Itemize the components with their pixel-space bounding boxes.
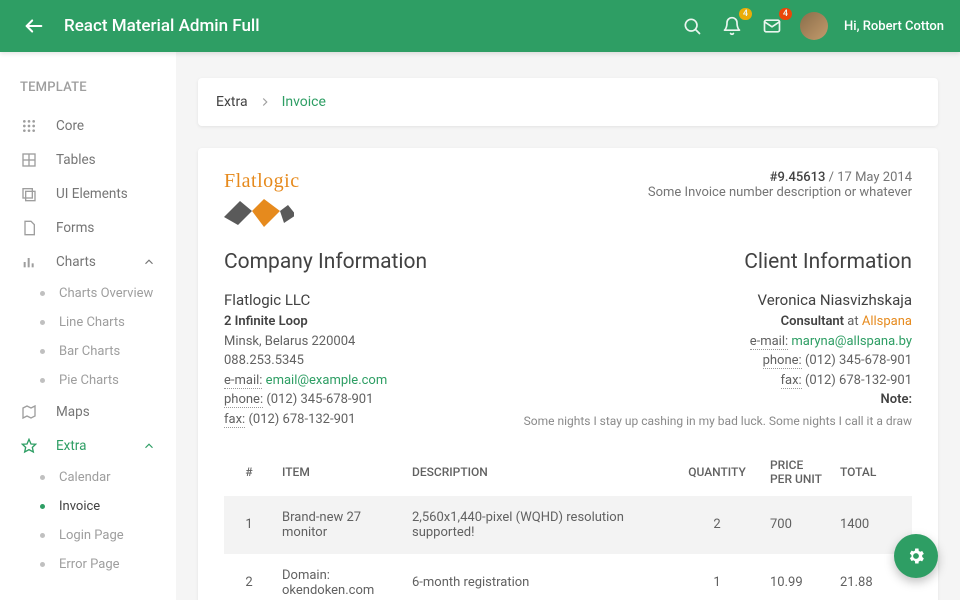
- star-icon: [20, 437, 38, 455]
- chevron-up-icon: [142, 439, 156, 453]
- mail-badge: 4: [779, 8, 792, 20]
- th-num: #: [224, 448, 274, 496]
- sidebar-item-label: UI Elements: [56, 186, 128, 202]
- bell-icon: [722, 16, 742, 36]
- sidebar-item-maps[interactable]: Maps: [0, 395, 176, 429]
- chevron-up-icon: [142, 255, 156, 269]
- client-phone: (012) 345-678-901: [805, 353, 912, 368]
- avatar[interactable]: [800, 12, 828, 40]
- table-row: 1 Brand-new 27 monitor 2,560x1,440-pixel…: [224, 496, 912, 554]
- sidebar-item-label: Charts: [56, 254, 96, 270]
- sidebar-item-extra[interactable]: Extra: [0, 429, 176, 463]
- client-email[interactable]: maryna@allspana.by: [791, 334, 912, 349]
- sidebar-item-forms[interactable]: Forms: [0, 211, 176, 245]
- sidebar-section-label: TEMPLATE: [0, 80, 176, 109]
- company-addr1: 2 Infinite Loop: [224, 312, 427, 332]
- company-phone: (012) 345-678-901: [266, 392, 373, 407]
- company-addr2: Minsk, Belarus 220004: [224, 332, 427, 352]
- sidebar-sub-pie-charts[interactable]: Pie Charts: [0, 366, 176, 395]
- sidebar-item-label: Maps: [56, 404, 90, 420]
- company-fax: (012) 678-132-901: [248, 412, 355, 427]
- company-info-heading: Company Information: [224, 247, 427, 279]
- back-button[interactable]: [16, 8, 52, 44]
- sidebar-item-label: Tables: [56, 152, 96, 168]
- sidebar-sub-error[interactable]: Error Page: [0, 550, 176, 579]
- sidebar-sub-login[interactable]: Login Page: [0, 521, 176, 550]
- invoice-meta-desc: Some Invoice number description or whate…: [648, 185, 912, 200]
- document-icon: [20, 219, 38, 237]
- company-info: Company Information Flatlogic LLC 2 Infi…: [224, 247, 427, 430]
- table-row: 2 Domain: okendoken.com 6-month registra…: [224, 554, 912, 600]
- invoice-meta: #9.45613 / 17 May 2014 Some Invoice numb…: [648, 170, 912, 200]
- sidebar-sub-bar-charts[interactable]: Bar Charts: [0, 337, 176, 366]
- client-note-label: Note:: [524, 390, 912, 410]
- gear-icon: [906, 546, 926, 566]
- client-info-heading: Client Information: [524, 247, 912, 279]
- sidebar-item-label: Forms: [56, 220, 94, 236]
- th-qty: QUANTITY: [672, 448, 762, 496]
- invoice-date: 17 May 2014: [837, 170, 912, 185]
- search-button[interactable]: [680, 14, 704, 38]
- client-name: Veronica Niasvizhskaja: [524, 289, 912, 312]
- invoice-table: # ITEM DESCRIPTION QUANTITY PRICE PER UN…: [224, 448, 912, 600]
- grid-icon: [20, 117, 38, 135]
- client-org[interactable]: Allspana: [862, 314, 912, 329]
- sidebar-item-label: Core: [56, 118, 84, 134]
- th-item: ITEM: [274, 448, 404, 496]
- brand-name: Flatlogic: [224, 170, 300, 193]
- sidebar-sub-calendar[interactable]: Calendar: [0, 463, 176, 492]
- sidebar-sub-line-charts[interactable]: Line Charts: [0, 308, 176, 337]
- client-info: Client Information Veronica Niasvizhskaj…: [524, 247, 912, 430]
- bar-chart-icon: [20, 253, 38, 271]
- company-name: Flatlogic LLC: [224, 289, 427, 312]
- th-ppu: PRICE PER UNIT: [762, 448, 832, 496]
- th-total: TOTAL: [832, 448, 912, 496]
- app-header: React Material Admin Full 4 4 Hi, Robert…: [0, 0, 960, 52]
- company-tel: 088.253.5345: [224, 351, 427, 371]
- client-note: Some nights I stay up cashing in my bad …: [524, 412, 912, 430]
- search-icon: [682, 16, 702, 36]
- client-fax: (012) 678-132-901: [805, 373, 912, 388]
- notifications-button[interactable]: 4: [720, 14, 744, 38]
- sidebar: TEMPLATE Core Tables UI Elements Forms C…: [0, 52, 176, 600]
- mail-button[interactable]: 4: [760, 14, 784, 38]
- sidebar-sub-invoice[interactable]: Invoice: [0, 492, 176, 521]
- invoice-card: Flatlogic #9.45613 / 17 May 2014 Some In…: [198, 148, 938, 600]
- breadcrumb-current: Invoice: [282, 94, 326, 110]
- company-email[interactable]: email@example.com: [266, 373, 388, 388]
- sidebar-item-label: Extra: [56, 438, 86, 454]
- arrow-left-icon: [23, 15, 45, 37]
- logo-icon: [224, 197, 294, 229]
- table-icon: [20, 151, 38, 169]
- breadcrumb: Extra Invoice: [198, 78, 938, 126]
- sidebar-item-ui[interactable]: UI Elements: [0, 177, 176, 211]
- map-icon: [20, 403, 38, 421]
- username: Hi, Robert Cotton: [844, 19, 944, 34]
- company-logo: Flatlogic: [224, 170, 300, 229]
- sidebar-item-tables[interactable]: Tables: [0, 143, 176, 177]
- invoice-number: #9.45613: [770, 170, 826, 185]
- app-title: React Material Admin Full: [64, 16, 680, 36]
- notif-badge: 4: [739, 8, 752, 20]
- th-desc: DESCRIPTION: [404, 448, 672, 496]
- mail-icon: [762, 16, 782, 36]
- sidebar-sub-charts-overview[interactable]: Charts Overview: [0, 279, 176, 308]
- main-content: Extra Invoice Flatlogic #9.45613 / 17 Ma…: [176, 52, 960, 600]
- chevron-right-icon: [258, 95, 272, 109]
- layers-icon: [20, 185, 38, 203]
- sidebar-item-core[interactable]: Core: [0, 109, 176, 143]
- breadcrumb-root[interactable]: Extra: [216, 94, 248, 110]
- settings-fab[interactable]: [894, 534, 938, 578]
- sidebar-item-charts[interactable]: Charts: [0, 245, 176, 279]
